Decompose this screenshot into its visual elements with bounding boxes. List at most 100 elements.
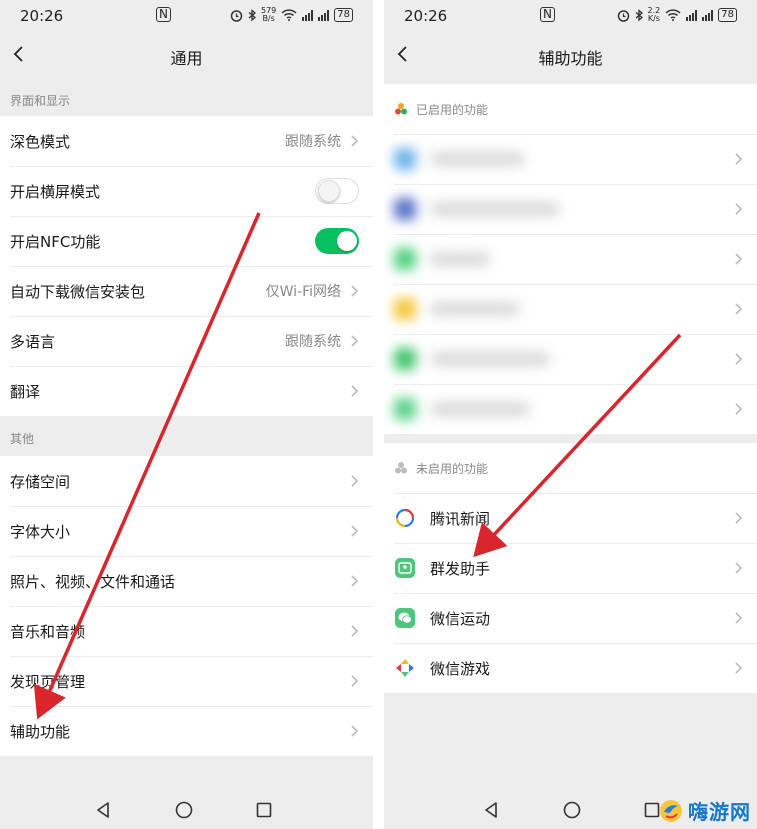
row-label: 存储空间 <box>10 472 71 491</box>
signal-icon <box>302 9 314 21</box>
alarm-icon <box>230 9 243 22</box>
toggle-knob <box>318 180 340 202</box>
enabled-feature-row[interactable] <box>384 184 757 234</box>
blurred-content <box>394 198 731 220</box>
nfc-status-icon: N <box>156 7 171 22</box>
chevron-right-icon <box>351 475 359 487</box>
settings-row-accessibility[interactable]: 辅助功能 <box>0 706 373 756</box>
chevron-right-icon <box>351 285 359 297</box>
enabled-feature-row[interactable] <box>384 384 757 434</box>
nav-header: 通用 <box>0 30 373 84</box>
feature-icon <box>394 348 416 370</box>
chevron-right-icon <box>735 153 743 165</box>
feature-row-group-send[interactable]: 群发助手 <box>384 543 757 593</box>
chevron-right-icon <box>351 575 359 587</box>
nfc-toggle[interactable] <box>315 228 359 254</box>
nav-back-icon[interactable] <box>93 799 115 821</box>
redacted-label <box>430 402 530 416</box>
row-label: 深色模式 <box>10 132 71 151</box>
alarm-icon <box>617 9 629 22</box>
enabled-feature-row[interactable] <box>384 134 757 184</box>
nav-home-icon[interactable] <box>173 799 195 821</box>
feature-icon <box>394 298 416 320</box>
toggle-knob <box>337 231 357 251</box>
status-icons: 579 B/s 78 <box>230 7 353 23</box>
chevron-right-icon <box>735 353 743 365</box>
settings-row-landscape: 开启横屏模式 <box>0 166 373 216</box>
settings-row-auto-download[interactable]: 自动下载微信安装包 仅Wi-Fi网络 <box>0 266 373 316</box>
redacted-label <box>430 252 490 266</box>
blurred-content <box>394 248 731 270</box>
landscape-toggle[interactable] <box>315 178 359 204</box>
enabled-features-icon <box>395 103 407 115</box>
chevron-right-icon <box>735 303 743 315</box>
page-title: 通用 <box>170 49 203 68</box>
feature-icon <box>394 248 416 270</box>
feature-icon <box>394 198 416 220</box>
redacted-label <box>430 152 525 166</box>
settings-group-other: 存储空间 字体大小 照片、视频、文件和通话 音乐和音频 发现页管理 辅助功能 <box>0 456 373 756</box>
row-label: 辅助功能 <box>10 722 71 741</box>
row-value: 跟随系统 <box>285 134 341 150</box>
settings-group-display: 深色模式 跟随系统 开启横屏模式 开启NFC功能 自动下载微信安装包 仅Wi-F… <box>0 116 373 416</box>
settings-row-music[interactable]: 音乐和音频 <box>0 606 373 656</box>
disabled-features-label: 未启用的功能 <box>416 461 489 476</box>
chevron-right-icon <box>351 135 359 147</box>
disabled-features-header: 未启用的功能 <box>384 443 757 493</box>
chevron-right-icon <box>351 385 359 397</box>
settings-row-font-size[interactable]: 字体大小 <box>0 506 373 556</box>
feature-label: 腾讯新闻 <box>430 509 491 528</box>
row-label: 自动下载微信安装包 <box>10 282 146 301</box>
feature-label: 微信游戏 <box>430 659 491 678</box>
enabled-feature-row[interactable] <box>384 334 757 384</box>
feature-row-wechat-sport[interactable]: 微信运动 <box>384 593 757 643</box>
nav-recents-icon[interactable] <box>253 799 275 821</box>
network-speed: 2.2 K/s <box>648 7 661 23</box>
watermark: 嗨游网 <box>658 796 751 825</box>
feature-row-wechat-game[interactable]: 微信游戏 <box>384 643 757 693</box>
enabled-features-label: 已启用的功能 <box>416 102 489 117</box>
status-bar: 20:26 N 579 B/s 78 <box>0 0 373 30</box>
row-value: 跟随系统 <box>285 334 341 350</box>
settings-row-language[interactable]: 多语言 跟随系统 <box>0 316 373 366</box>
chevron-right-icon <box>735 203 743 215</box>
nav-back-icon[interactable] <box>481 799 503 821</box>
enabled-feature-row[interactable] <box>384 284 757 334</box>
feature-label: 群发助手 <box>430 559 491 578</box>
nav-home-icon[interactable] <box>561 799 583 821</box>
enabled-features-header: 已启用的功能 <box>384 84 757 134</box>
chevron-right-icon <box>351 725 359 737</box>
chevron-right-icon <box>735 612 743 624</box>
settings-row-discover[interactable]: 发现页管理 <box>0 656 373 706</box>
status-time: 20:26 <box>404 7 448 25</box>
signal-icon <box>686 9 698 21</box>
wechat-game-icon <box>396 659 414 677</box>
row-label: 发现页管理 <box>10 672 86 691</box>
battery-icon: 78 <box>718 8 737 22</box>
settings-row-media[interactable]: 照片、视频、文件和通话 <box>0 556 373 606</box>
group-send-icon <box>395 558 415 578</box>
settings-row-dark-mode[interactable]: 深色模式 跟随系统 <box>0 116 373 166</box>
blurred-content <box>394 148 731 170</box>
feature-icon <box>394 398 416 420</box>
bluetooth-icon <box>248 8 256 21</box>
chevron-right-icon <box>735 512 743 524</box>
settings-row-storage[interactable]: 存储空间 <box>0 456 373 506</box>
section-header-other: 其他 <box>10 432 35 446</box>
row-label: 开启横屏模式 <box>10 182 101 201</box>
feature-row-tencent-news[interactable]: 腾讯新闻 <box>384 493 757 543</box>
wifi-icon <box>281 9 297 21</box>
settings-row-translate[interactable]: 翻译 <box>0 366 373 416</box>
row-label: 照片、视频、文件和通话 <box>10 572 176 591</box>
chevron-right-icon <box>735 662 743 674</box>
chevron-right-icon <box>735 253 743 265</box>
status-bar: 20:26 N 2.2 K/s 78 <box>384 0 757 30</box>
enabled-features-group: 已启用的功能 <box>384 84 757 434</box>
blurred-content <box>394 298 731 320</box>
battery-icon: 78 <box>334 8 353 22</box>
nav-header: 辅助功能 <box>384 30 757 84</box>
redacted-label <box>430 352 550 366</box>
chevron-right-icon <box>735 403 743 415</box>
status-icons: 2.2 K/s 78 <box>617 7 737 23</box>
enabled-feature-row[interactable] <box>384 234 757 284</box>
